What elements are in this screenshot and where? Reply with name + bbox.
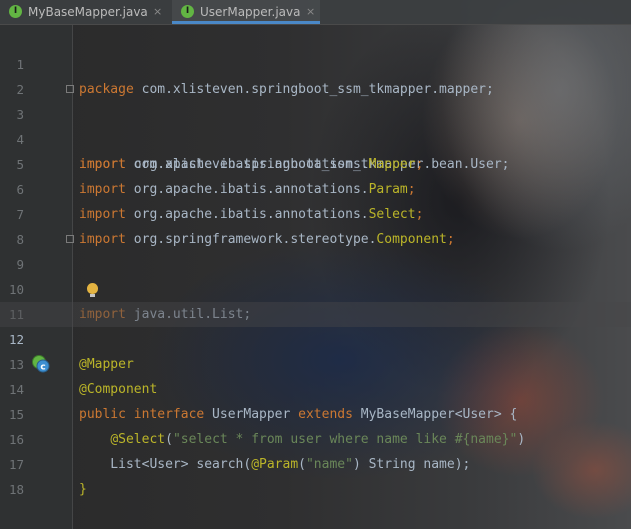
implemented-interface-icon[interactable]: c <box>31 354 51 374</box>
code-line: 4 import org.apache.ibatis.annotations.M… <box>0 102 631 172</box>
code-line-current: 12 @Mapper <box>0 302 631 372</box>
lightbulb-icon[interactable] <box>87 283 98 297</box>
editor-tab-bar: I MyBaseMapper.java × I UserMapper.java … <box>0 0 631 25</box>
svg-text:c: c <box>40 363 45 373</box>
code-line: 10 <box>0 252 631 297</box>
line-code: } <box>79 477 87 502</box>
code-line: 2 <box>0 52 631 97</box>
code-line: 8 <box>0 202 631 247</box>
close-icon[interactable]: × <box>153 0 162 24</box>
tab-usermapper[interactable]: I UserMapper.java × <box>172 0 320 24</box>
code-line: 16 List<User> search(@Param("name") Stri… <box>0 402 631 472</box>
closing-brace: } <box>79 482 87 497</box>
tab-label: MyBaseMapper.java <box>28 5 148 19</box>
interface-icon: I <box>181 5 194 18</box>
code-line: 13 @Component <box>0 327 631 397</box>
code-line: 18 <box>0 452 631 497</box>
code-line: 3 import com.xlisteven.springboot_ssm_tk… <box>0 77 631 172</box>
line-number: 18 <box>8 482 24 497</box>
tab-mybasemapper[interactable]: I MyBaseMapper.java × <box>0 0 170 24</box>
fold-marker-icon[interactable] <box>66 85 74 93</box>
interface-icon: I <box>9 5 22 18</box>
close-icon[interactable]: × <box>306 0 315 24</box>
code-line: 1 package com.xlisteven.springboot_ssm_t… <box>0 27 631 97</box>
code-line: 5 import org.apache.ibatis.annotations.P… <box>0 127 631 197</box>
code-line: 9 import java.util.List; <box>0 227 631 322</box>
code-line: 6 import org.apache.ibatis.annotations.S… <box>0 152 631 222</box>
tab-label: UserMapper.java <box>200 5 301 19</box>
code-line: 15 @Select("select * from user where nam… <box>0 377 631 447</box>
code-line: 7 import org.springframework.stereotype.… <box>0 177 631 247</box>
code-line: 17 } <box>0 427 631 497</box>
fold-marker-icon[interactable] <box>66 235 74 243</box>
code-line: 14 public interface UserMapper extends M… <box>0 352 631 422</box>
